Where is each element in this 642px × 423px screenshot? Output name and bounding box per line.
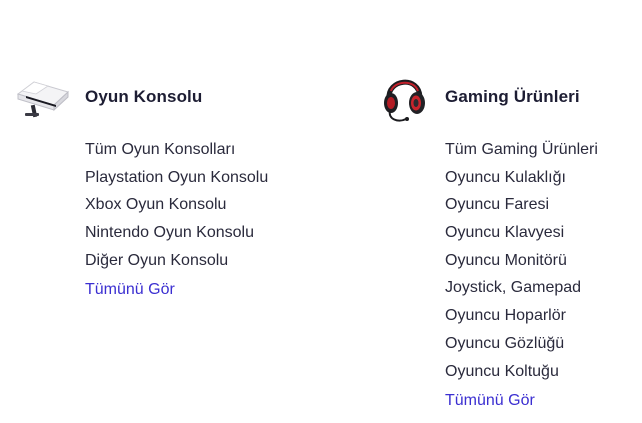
- link-playstation-console[interactable]: Playstation Oyun Konsolu: [85, 164, 344, 192]
- category-header[interactable]: Oyun Konsolu: [14, 68, 344, 126]
- link-nintendo-console[interactable]: Nintendo Oyun Konsolu: [85, 219, 344, 247]
- see-all-link[interactable]: Tümünü Gör: [445, 387, 535, 415]
- link-gaming-speaker[interactable]: Oyuncu Hoparlör: [445, 302, 638, 330]
- category-title[interactable]: Gaming Ürünleri: [445, 87, 580, 107]
- category-link-list: Tüm Gaming Ürünleri Oyuncu Kulaklığı Oyu…: [445, 136, 638, 385]
- category-column-gaming: Gaming Ürünleri Tüm Gaming Ürünleri Oyun…: [378, 68, 638, 415]
- link-gaming-mouse[interactable]: Oyuncu Faresi: [445, 191, 638, 219]
- link-gaming-glasses[interactable]: Oyuncu Gözlüğü: [445, 330, 638, 358]
- see-all-link[interactable]: Tümünü Gör: [85, 276, 175, 304]
- link-other-console[interactable]: Diğer Oyun Konsolu: [85, 247, 344, 275]
- link-all-consoles[interactable]: Tüm Oyun Konsolları: [85, 136, 344, 164]
- link-gaming-chair[interactable]: Oyuncu Koltuğu: [445, 358, 638, 386]
- category-menu: Oyun Konsolu Tüm Oyun Konsolları Playsta…: [0, 0, 642, 423]
- category-column-console: Oyun Konsolu Tüm Oyun Konsolları Playsta…: [14, 68, 344, 304]
- link-gaming-headset[interactable]: Oyuncu Kulaklığı: [445, 164, 638, 192]
- link-joystick-gamepad[interactable]: Joystick, Gamepad: [445, 274, 638, 302]
- gaming-headset-icon[interactable]: [378, 68, 436, 126]
- category-header[interactable]: Gaming Ürünleri: [378, 68, 638, 126]
- game-console-icon[interactable]: [14, 68, 72, 126]
- link-gaming-keyboard[interactable]: Oyuncu Klavyesi: [445, 219, 638, 247]
- link-gaming-monitor[interactable]: Oyuncu Monitörü: [445, 247, 638, 275]
- category-link-list: Tüm Oyun Konsolları Playstation Oyun Kon…: [85, 136, 344, 274]
- link-all-gaming-products[interactable]: Tüm Gaming Ürünleri: [445, 136, 638, 164]
- category-title[interactable]: Oyun Konsolu: [85, 87, 202, 107]
- link-xbox-console[interactable]: Xbox Oyun Konsolu: [85, 191, 344, 219]
